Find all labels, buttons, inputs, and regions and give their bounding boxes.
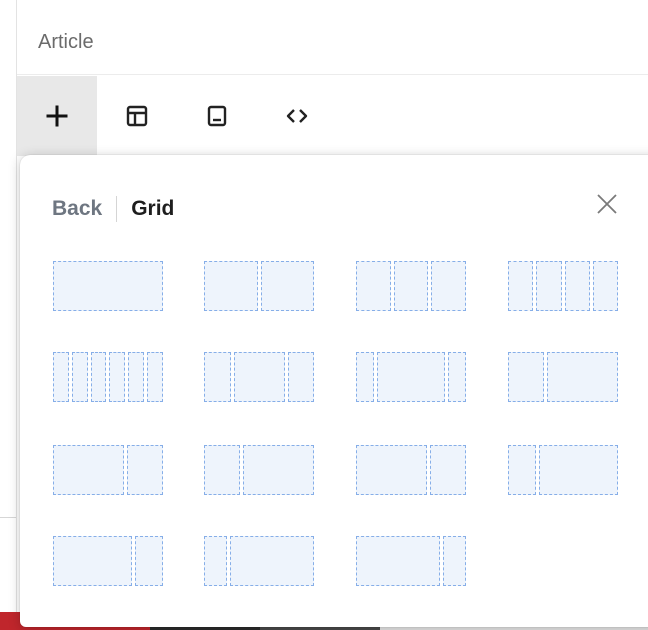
panel-header: Back Grid	[52, 196, 175, 222]
grid-option-2-1[interactable]	[53, 445, 163, 495]
grid-column-preview	[564, 261, 590, 311]
grid-option-1-col[interactable]	[53, 261, 163, 311]
grid-option-3-col[interactable]	[356, 261, 467, 311]
close-icon	[597, 194, 617, 214]
grid-column-preview	[547, 352, 618, 402]
grid-column-preview	[508, 352, 545, 402]
grid-option-2-1-b[interactable]	[356, 445, 466, 495]
grid-column-preview	[229, 536, 314, 586]
grid-column-preview	[592, 261, 618, 311]
grid-column-preview	[447, 352, 466, 402]
layout-icon	[126, 105, 148, 127]
grid-column-preview	[356, 445, 427, 495]
grid-option-6-col[interactable]	[53, 352, 163, 402]
panel-title: Grid	[131, 197, 175, 220]
editor-toolbar	[17, 76, 648, 156]
grid-column-preview	[443, 536, 466, 586]
grid-column-preview	[135, 536, 163, 586]
grid-column-preview	[356, 536, 441, 586]
back-button[interactable]: Back	[52, 197, 102, 221]
grid-column-preview	[538, 445, 618, 495]
grid-column-preview	[53, 536, 133, 586]
grid-column-preview	[204, 536, 227, 586]
grid-option-2-col[interactable]	[204, 261, 314, 311]
grid-option-1-2-1[interactable]	[204, 352, 314, 402]
grid-column-preview	[508, 261, 534, 311]
editor-title-bar: Article	[17, 0, 648, 75]
grid-picker-panel: Back Grid	[20, 155, 648, 627]
grid-column-preview	[356, 352, 375, 402]
grid-column-preview	[204, 261, 258, 311]
grid-column-preview	[431, 261, 467, 311]
grid-option-1-3[interactable]	[508, 445, 618, 495]
grid-column-preview	[260, 261, 314, 311]
grid-column-preview	[287, 352, 314, 402]
grid-column-preview	[71, 352, 88, 402]
grid-column-preview	[147, 352, 163, 402]
grid-column-preview	[233, 352, 285, 402]
editor-title: Article	[38, 31, 94, 53]
grid-option-1-2[interactable]	[508, 352, 618, 402]
grid-option-3-1[interactable]	[53, 536, 163, 586]
background-divider	[0, 517, 16, 518]
grid-column-preview	[90, 352, 107, 402]
grid-column-preview	[204, 445, 241, 495]
grid-column-preview	[356, 261, 391, 311]
grid-column-preview	[53, 445, 124, 495]
grid-column-preview	[243, 445, 314, 495]
grid-column-preview	[204, 352, 231, 402]
grid-column-preview	[536, 261, 562, 311]
grid-option-1-4[interactable]	[204, 536, 314, 586]
grid-option-1-2-b[interactable]	[204, 445, 314, 495]
grid-column-preview	[508, 445, 536, 495]
header-separator	[116, 196, 118, 222]
grid-column-preview	[128, 352, 145, 402]
code-icon	[286, 109, 308, 123]
square-block-icon	[207, 105, 227, 127]
grid-option-4-col[interactable]	[508, 261, 618, 311]
grid-option-4-1[interactable]	[356, 536, 466, 586]
block-button[interactable]	[177, 76, 257, 156]
close-button[interactable]	[595, 192, 619, 216]
plus-icon	[46, 105, 68, 127]
layout-button[interactable]	[97, 76, 177, 156]
grid-column-preview	[53, 261, 163, 311]
grid-column-preview	[393, 261, 429, 311]
grid-column-preview	[126, 445, 163, 495]
grid-column-preview	[429, 445, 466, 495]
grid-column-preview	[53, 352, 69, 402]
grid-column-preview	[109, 352, 126, 402]
grid-option-1-4-1[interactable]	[356, 352, 466, 402]
grid-column-preview	[377, 352, 445, 402]
add-button[interactable]	[17, 76, 97, 156]
code-button[interactable]	[257, 76, 337, 156]
